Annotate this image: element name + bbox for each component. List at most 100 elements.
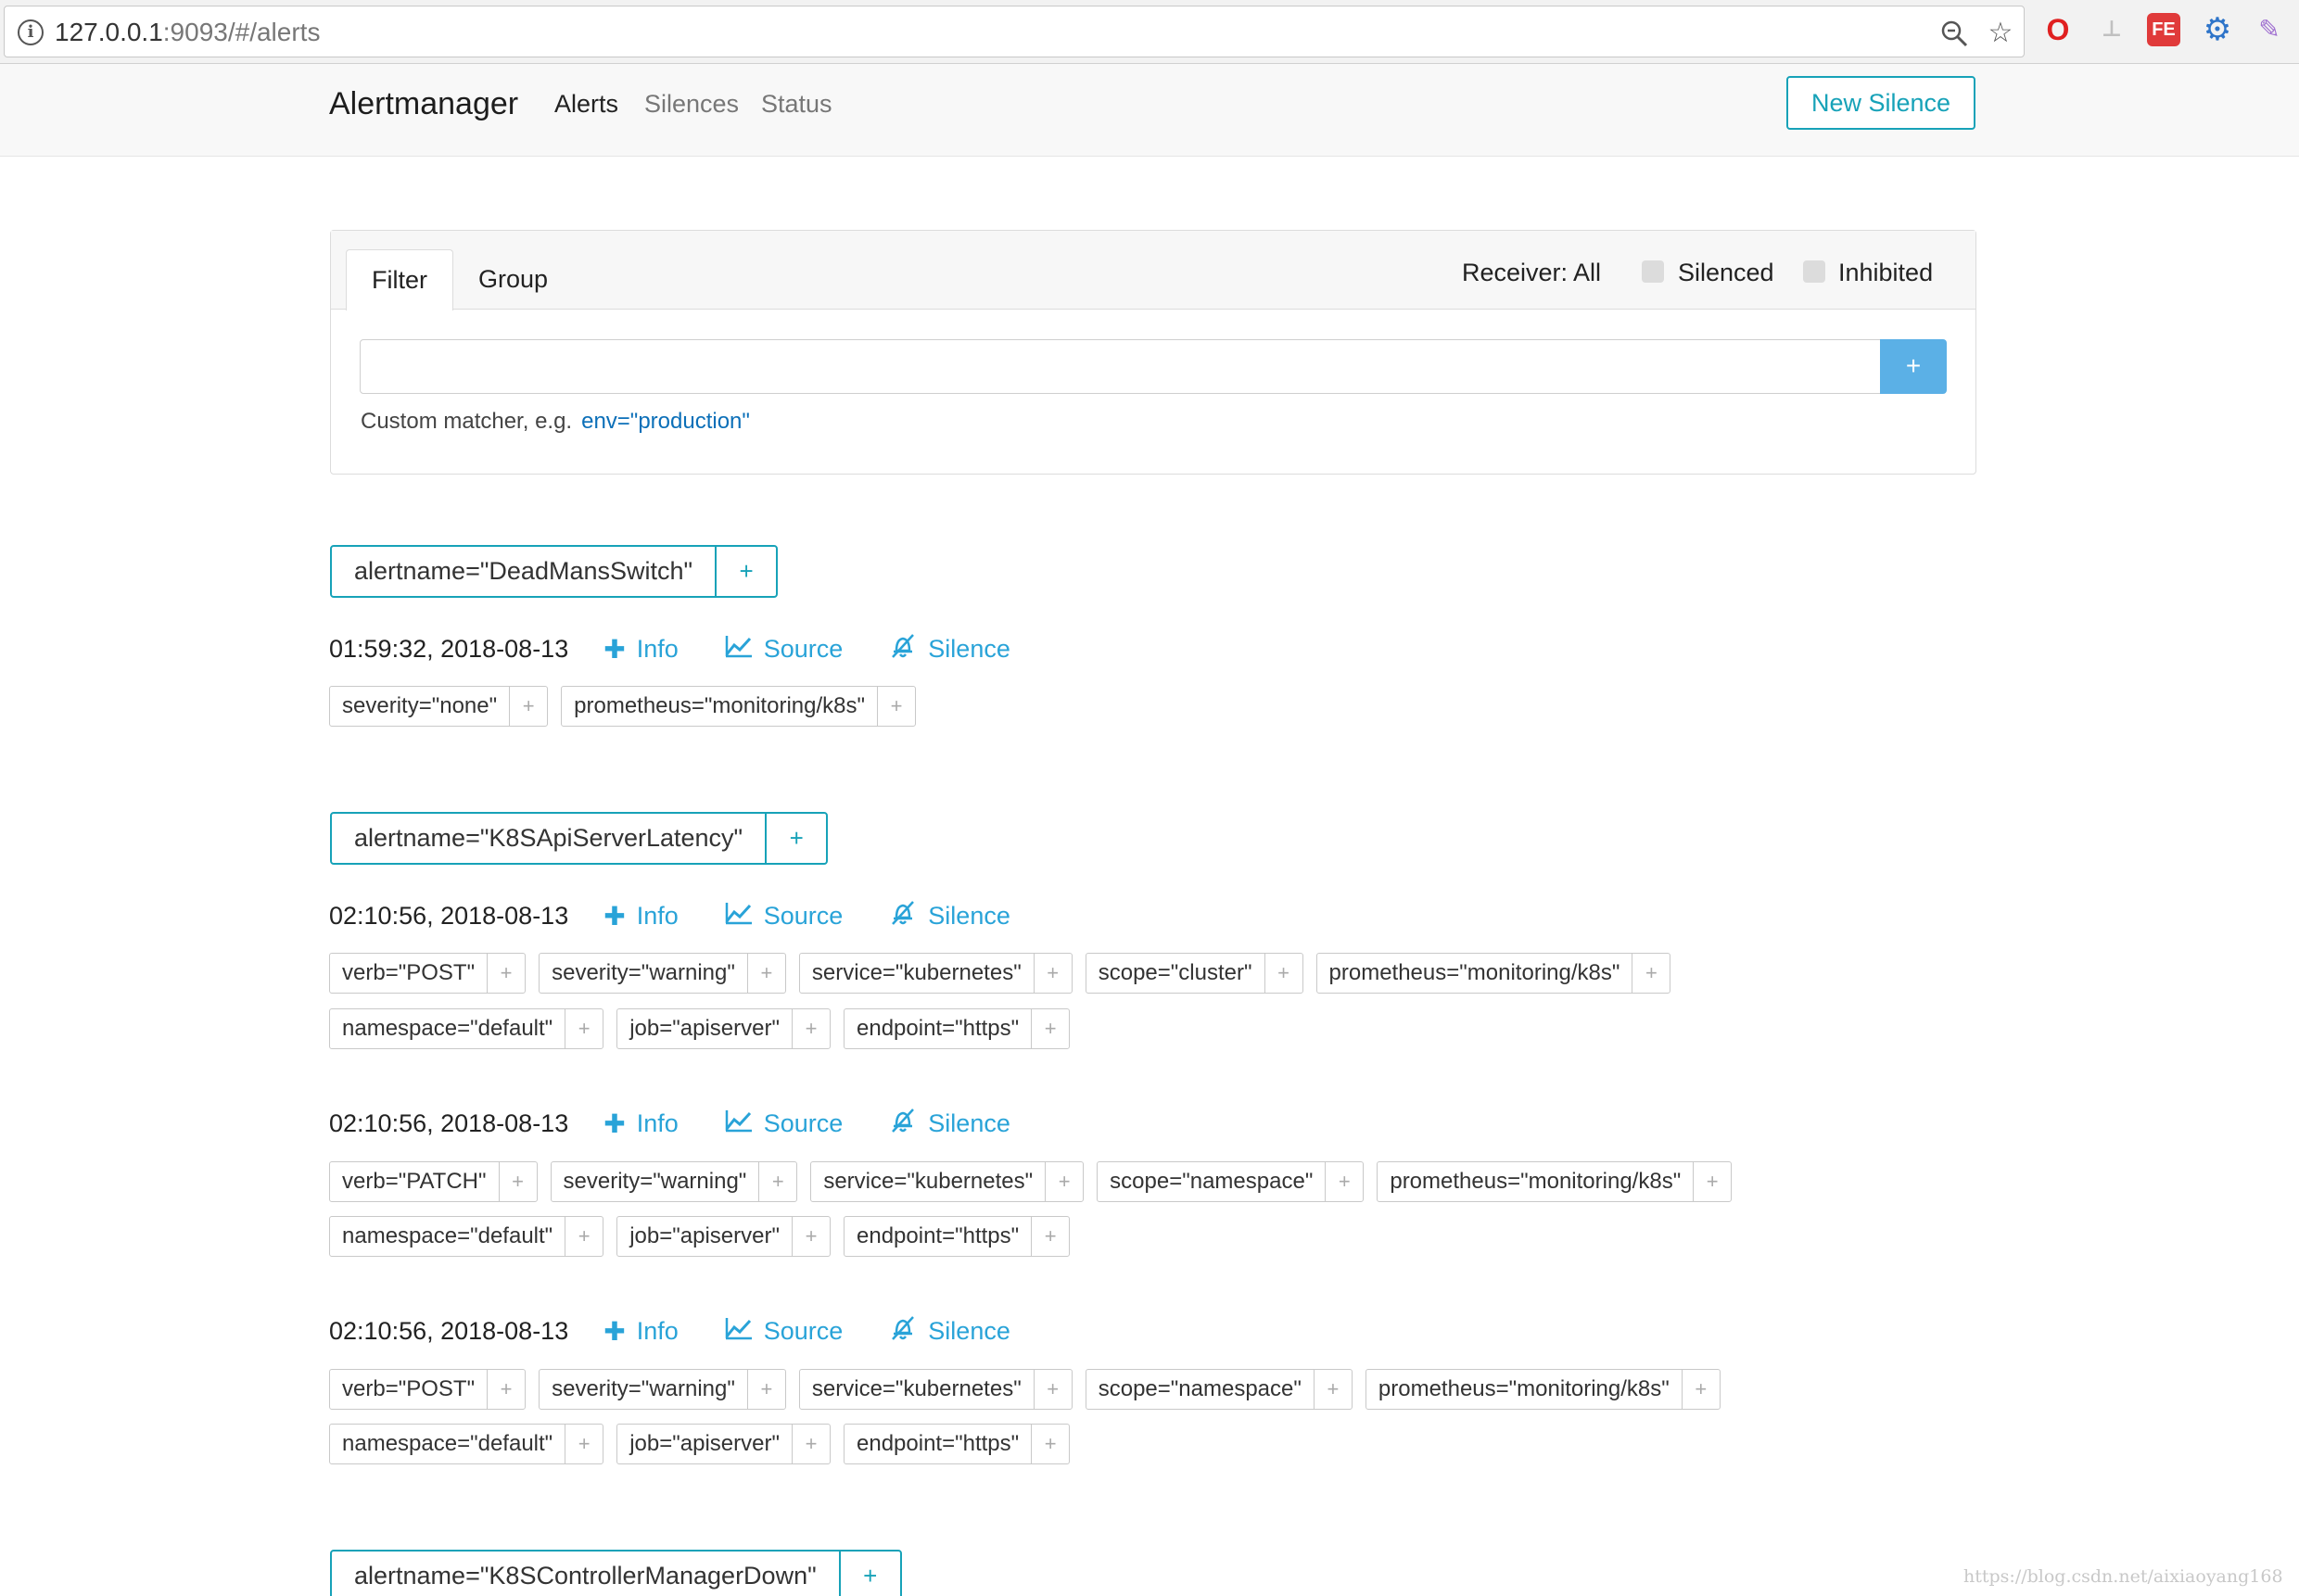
alert-info-link[interactable]: ✚ Info <box>603 634 679 665</box>
label-add-filter-button[interactable]: + <box>1032 1217 1069 1256</box>
label-add-filter-button[interactable]: + <box>1632 954 1670 993</box>
label-add-filter-button[interactable]: + <box>748 954 785 993</box>
silence-label: Silence <box>928 1316 1010 1345</box>
label-matcher[interactable]: scope="namespace" <box>1098 1162 1327 1201</box>
label-pill: prometheus="monitoring/k8s" + <box>561 686 917 727</box>
label-matcher[interactable]: namespace="default" <box>330 1425 566 1463</box>
label-add-filter-button[interactable]: + <box>565 1425 603 1463</box>
label-matcher[interactable]: namespace="default" <box>330 1217 566 1256</box>
label-matcher[interactable]: service="kubernetes" <box>800 1370 1035 1409</box>
label-matcher[interactable]: prometheus="monitoring/k8s" <box>1317 954 1633 993</box>
tab-group[interactable]: Group <box>453 249 573 310</box>
nav-silences[interactable]: Silences <box>644 90 739 119</box>
label-matcher[interactable]: endpoint="https" <box>845 1009 1033 1048</box>
label-matcher[interactable]: severity="warning" <box>540 954 748 993</box>
add-matcher-button[interactable]: + <box>1880 339 1947 394</box>
label-add-filter-button[interactable]: + <box>500 1162 537 1201</box>
label-add-filter-button[interactable]: + <box>1683 1370 1720 1409</box>
label-matcher[interactable]: verb="POST" <box>330 1370 489 1409</box>
new-silence-button[interactable]: New Silence <box>1786 76 1975 130</box>
label-add-filter-button[interactable]: + <box>565 1217 603 1256</box>
label-matcher[interactable]: severity="none" <box>330 687 511 726</box>
site-info-icon[interactable]: i <box>18 19 44 45</box>
label-add-filter-button[interactable]: + <box>510 687 547 726</box>
label-matcher[interactable]: scope="namespace" <box>1086 1370 1315 1409</box>
silenced-checkbox[interactable] <box>1642 260 1664 283</box>
label-add-filter-button[interactable]: + <box>488 954 525 993</box>
bookmark-star-icon[interactable]: ☆ <box>1987 19 2014 47</box>
alert-source-link[interactable]: Source <box>725 1108 843 1139</box>
group-add-filter-button[interactable]: + <box>841 1552 900 1596</box>
label-add-filter-button[interactable]: + <box>878 687 915 726</box>
label-add-filter-button[interactable]: + <box>1032 1009 1069 1048</box>
receiver-dropdown[interactable]: Receiver: All <box>1462 259 1601 287</box>
label-add-filter-button[interactable]: + <box>793 1009 830 1048</box>
zoom-icon[interactable] <box>1940 19 1968 47</box>
label-add-filter-button[interactable]: + <box>1265 954 1302 993</box>
url-text[interactable]: 127.0.0.1:9093/#/alerts <box>55 18 320 47</box>
label-add-filter-button[interactable]: + <box>565 1009 603 1048</box>
matcher-example-link[interactable]: env="production" <box>581 409 750 434</box>
label-add-filter-button[interactable]: + <box>1315 1370 1352 1409</box>
nav-alerts[interactable]: Alerts <box>554 90 618 119</box>
group-add-filter-button[interactable]: + <box>717 547 776 596</box>
group-add-filter-button[interactable]: + <box>767 814 826 863</box>
filter-card: Filter Group Receiver: All Silenced Inhi… <box>330 230 1976 475</box>
alert-silence-link[interactable]: Silence <box>889 632 1010 666</box>
label-matcher[interactable]: service="kubernetes" <box>800 954 1035 993</box>
label-add-filter-button[interactable]: + <box>1035 954 1072 993</box>
alert-info-link[interactable]: ✚ Info <box>603 1108 679 1139</box>
fe-extension-icon[interactable]: FE <box>2147 13 2180 46</box>
alert-source-link[interactable]: Source <box>725 901 843 931</box>
label-matcher[interactable]: service="kubernetes" <box>811 1162 1047 1201</box>
nav-status[interactable]: Status <box>761 90 832 119</box>
alert-source-link[interactable]: Source <box>725 1316 843 1347</box>
label-add-filter-button[interactable]: + <box>1046 1162 1083 1201</box>
brand-title[interactable]: Alertmanager <box>329 86 518 122</box>
label-matcher[interactable]: prometheus="monitoring/k8s" <box>562 687 879 726</box>
alert-source-link[interactable]: Source <box>725 634 843 665</box>
group-label-button[interactable]: alertname="K8SControllerManagerDown" <box>332 1552 841 1596</box>
inhibited-checkbox[interactable] <box>1803 260 1825 283</box>
label-matcher[interactable]: job="apiserver" <box>617 1425 793 1463</box>
label-matcher[interactable]: prometheus="monitoring/k8s" <box>1366 1370 1683 1409</box>
label-matcher[interactable]: severity="warning" <box>540 1370 748 1409</box>
alert-silence-link[interactable]: Silence <box>889 899 1010 933</box>
label-add-filter-button[interactable]: + <box>488 1370 525 1409</box>
alert-info-link[interactable]: ✚ Info <box>603 901 679 931</box>
label-pill: service="kubernetes" + <box>798 953 1073 994</box>
label-add-filter-button[interactable]: + <box>1035 1370 1072 1409</box>
tab-filter[interactable]: Filter <box>346 249 453 310</box>
label-matcher[interactable]: endpoint="https" <box>845 1217 1033 1256</box>
alert-silence-link[interactable]: Silence <box>889 1107 1010 1141</box>
label-pill: scope="cluster" + <box>1085 953 1303 994</box>
label-matcher[interactable]: job="apiserver" <box>617 1217 793 1256</box>
sitemap-extension-icon[interactable]: ⊥ <box>2095 13 2128 46</box>
plus-icon: ✚ <box>603 901 626 931</box>
label-add-filter-button[interactable]: + <box>1032 1425 1069 1463</box>
label-matcher[interactable]: verb="POST" <box>330 954 489 993</box>
label-matcher[interactable]: verb="PATCH" <box>330 1162 500 1201</box>
label-add-filter-button[interactable]: + <box>793 1425 830 1463</box>
filter-matcher-input[interactable] <box>360 339 1882 394</box>
pen-extension-icon[interactable]: ✎ <box>2253 13 2286 46</box>
gear-extension-icon[interactable]: ⚙ <box>2201 13 2234 46</box>
plus-icon: ✚ <box>603 1316 626 1346</box>
opera-extension-icon[interactable]: O <box>2041 13 2075 46</box>
label-matcher[interactable]: scope="cluster" <box>1086 954 1265 993</box>
label-matcher[interactable]: prometheus="monitoring/k8s" <box>1378 1162 1695 1201</box>
label-matcher[interactable]: endpoint="https" <box>845 1425 1033 1463</box>
label-add-filter-button[interactable]: + <box>759 1162 796 1201</box>
label-add-filter-button[interactable]: + <box>1694 1162 1731 1201</box>
alert-info-link[interactable]: ✚ Info <box>603 1316 679 1347</box>
label-add-filter-button[interactable]: + <box>1326 1162 1363 1201</box>
label-add-filter-button[interactable]: + <box>748 1370 785 1409</box>
group-label-button[interactable]: alertname="DeadMansSwitch" <box>332 547 718 596</box>
group-label-button[interactable]: alertname="K8SApiServerLatency" <box>332 814 768 863</box>
label-matcher[interactable]: job="apiserver" <box>617 1009 793 1048</box>
label-matcher[interactable]: namespace="default" <box>330 1009 566 1048</box>
label-add-filter-button[interactable]: + <box>793 1217 830 1256</box>
label-matcher[interactable]: severity="warning" <box>552 1162 760 1201</box>
address-bar[interactable]: i 127.0.0.1:9093/#/alerts ☆ <box>4 6 2025 57</box>
alert-silence-link[interactable]: Silence <box>889 1314 1010 1349</box>
